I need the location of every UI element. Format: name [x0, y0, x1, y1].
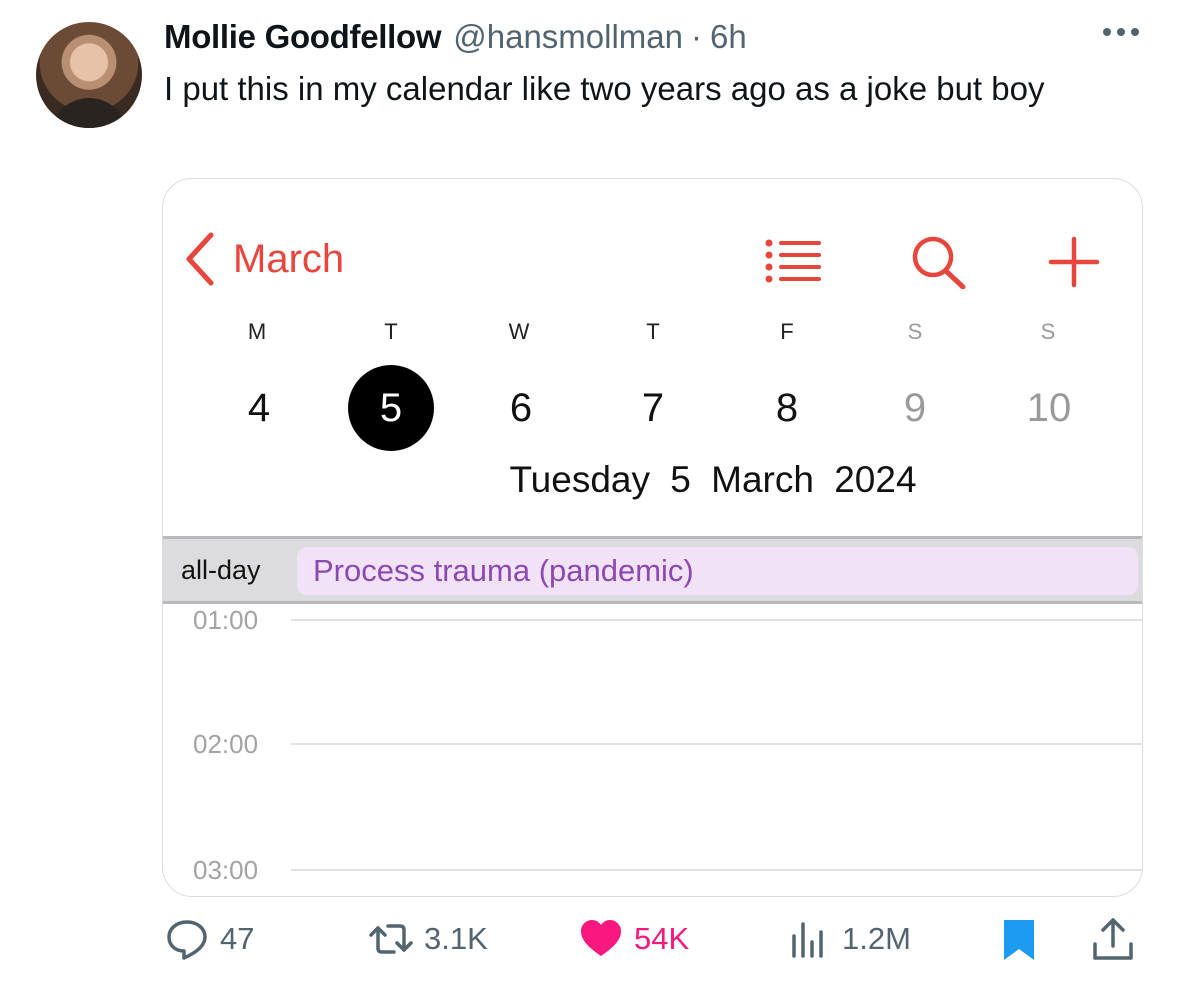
selected-date-label: Tuesday 5 March 2024: [509, 459, 917, 500]
hour-label: 02:00: [193, 729, 259, 759]
views-button[interactable]: 1.2M: [786, 916, 911, 962]
views-chart-icon: [792, 922, 823, 958]
week-strip: 4 5 6 7 8 9 10: [163, 365, 1142, 455]
tweet-header: Mollie Goodfellow @hansmollman · 6h: [164, 18, 747, 58]
tweet-text: I put this in my calendar like two years…: [164, 70, 1045, 107]
hour-label: 03:00: [193, 855, 259, 885]
weekday-label: M: [247, 319, 267, 344]
hour-line: [291, 619, 1142, 621]
repost-icon: [369, 924, 413, 954]
like-count: 54K: [634, 921, 690, 956]
timestamp[interactable]: 6h: [710, 18, 747, 56]
author-handle[interactable]: @hansmollman: [453, 18, 683, 56]
all-day-row: all-day Process trauma (pandemic): [163, 536, 1142, 604]
hour-row: 03:00: [163, 855, 1142, 895]
bookmark-icon: [1004, 920, 1034, 960]
view-count: 1.2M: [842, 921, 911, 956]
day-cell[interactable]: 8: [744, 365, 830, 451]
weekday-label: T: [384, 319, 398, 344]
weekday-header: M T W T F S S: [163, 319, 1142, 355]
back-label: March: [233, 236, 345, 281]
day-cell[interactable]: 9: [872, 365, 958, 451]
like-button[interactable]: 54K: [578, 916, 689, 962]
back-button[interactable]: March: [183, 231, 344, 287]
weekday-label: S: [907, 319, 923, 344]
hour-line: [291, 869, 1142, 871]
weekday-label: W: [508, 319, 530, 344]
all-day-label: all-day: [181, 555, 261, 585]
separator: ·: [691, 18, 702, 55]
calendar-event[interactable]: Process trauma (pandemic): [297, 547, 1138, 595]
tweet-actions: 47 3.1K 54K 1.2M: [0, 910, 1179, 974]
reply-count: 47: [220, 921, 255, 956]
reply-icon: [167, 920, 207, 960]
media-attachment[interactable]: March M T W T F S S 4 5 6 7 8 9 10 Tuesd…: [162, 178, 1143, 897]
day-cell[interactable]: 6: [478, 365, 564, 451]
avatar[interactable]: [36, 22, 142, 128]
share-button[interactable]: [1090, 916, 1136, 962]
repost-button[interactable]: 3.1K: [368, 916, 488, 962]
heart-icon: [581, 920, 621, 956]
add-event-icon[interactable]: [1043, 235, 1105, 289]
hour-row: 01:00: [163, 605, 1142, 645]
hour-row: 02:00: [163, 729, 1142, 769]
hour-label: 01:00: [193, 605, 259, 635]
avatar-shirt: [50, 98, 128, 128]
chevron-left-icon: [186, 232, 214, 286]
day-cell[interactable]: 10: [1006, 365, 1092, 451]
calendar-nav: March: [163, 179, 1142, 339]
list-view-icon[interactable]: [761, 235, 823, 289]
day-cell[interactable]: 4: [216, 365, 302, 451]
more-options-icon[interactable]: [1103, 28, 1139, 36]
author-name[interactable]: Mollie Goodfellow: [164, 18, 442, 56]
weekday-label: T: [646, 319, 660, 344]
weekday-label: F: [780, 319, 794, 344]
day-cell-selected[interactable]: 5: [348, 365, 434, 451]
search-icon[interactable]: [907, 235, 969, 290]
weekday-label: S: [1040, 319, 1056, 344]
share-icon: [1093, 918, 1133, 960]
bookmark-button[interactable]: [996, 916, 1042, 962]
day-cell[interactable]: 7: [610, 365, 696, 451]
repost-count: 3.1K: [424, 921, 488, 956]
hour-line: [291, 743, 1142, 745]
reply-button[interactable]: 47: [164, 916, 254, 962]
